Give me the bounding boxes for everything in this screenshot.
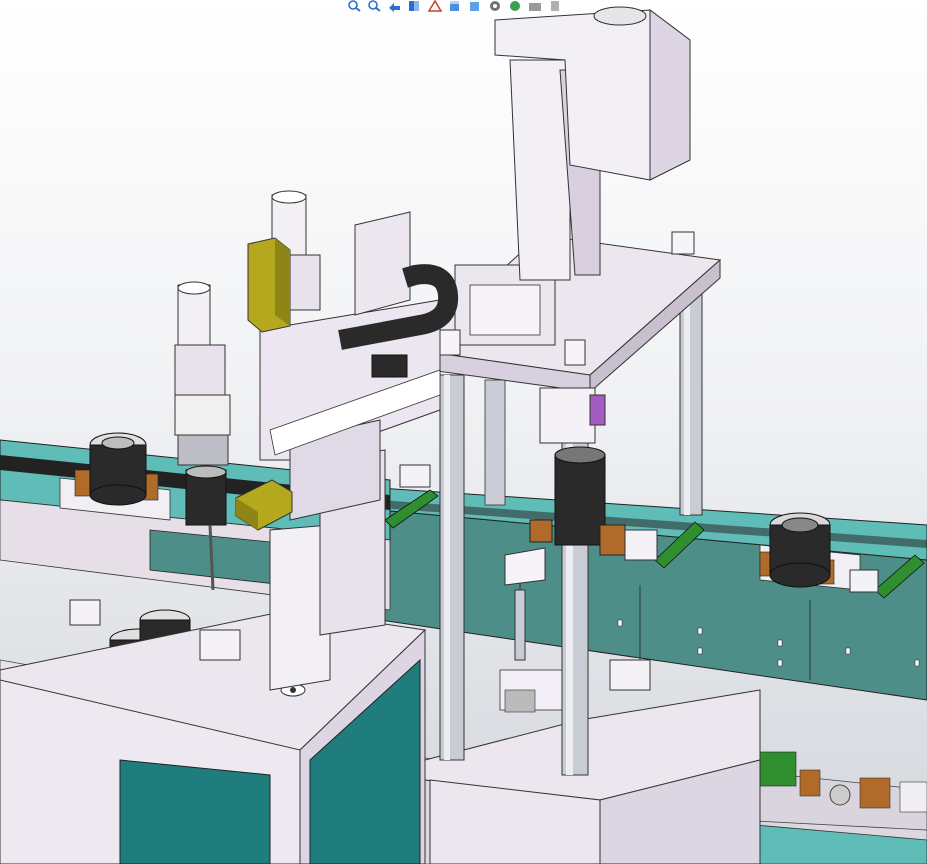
fixture-pallet-left: [59, 432, 171, 521]
edit-appearance-icon[interactable]: [506, 0, 524, 12]
section-view-icon[interactable]: [406, 0, 424, 12]
press-station-base: [424, 669, 761, 864]
zoom-to-fit-icon[interactable]: [346, 0, 364, 12]
previous-view-icon[interactable]: [386, 0, 404, 12]
heads-up-view-toolbar: [346, 0, 564, 12]
zoom-to-area-icon[interactable]: [366, 0, 384, 12]
hide-show-items-icon[interactable]: [486, 0, 504, 12]
assembly-model[interactable]: [0, 0, 927, 864]
view-settings-icon[interactable]: [546, 0, 564, 12]
yellow-motor-top: [247, 237, 291, 333]
display-style-icon[interactable]: [466, 0, 484, 12]
dynamic-annotation-icon[interactable]: [426, 0, 444, 12]
cad-viewport[interactable]: [0, 0, 927, 864]
apply-scene-icon[interactable]: [526, 0, 544, 12]
press-cylinder-column: [494, 6, 691, 281]
view-orientation-icon[interactable]: [446, 0, 464, 12]
